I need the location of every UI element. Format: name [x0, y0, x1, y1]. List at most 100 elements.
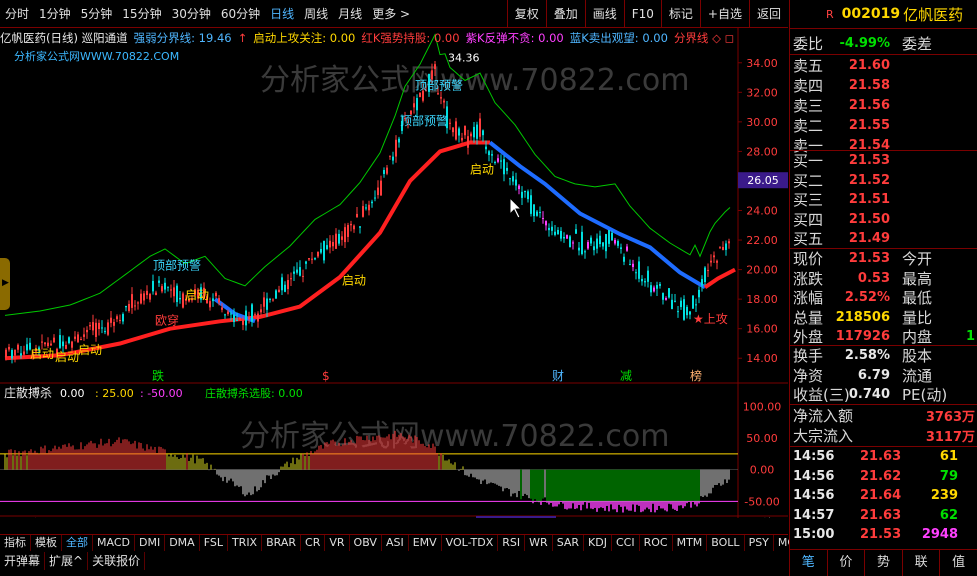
indicator-tab[interactable]: BOLL	[707, 535, 745, 551]
toolbar-button[interactable]: +自选	[699, 0, 749, 28]
indicator-tab[interactable]: PSY	[745, 535, 774, 551]
toolbar-button[interactable]: 标记	[660, 0, 700, 28]
period-tab[interactable]: 分时	[0, 0, 34, 28]
indicator-tab[interactable]: WR	[525, 535, 553, 551]
stock-code[interactable]: 002019	[842, 6, 900, 22]
candle-body	[641, 278, 643, 282]
candle-body	[176, 285, 178, 303]
candle-body	[605, 234, 607, 252]
period-tab[interactable]: 更多 >	[367, 0, 415, 28]
price-label: 30.00	[746, 116, 778, 129]
indicator-tab[interactable]: SAR	[553, 535, 585, 551]
period-tab[interactable]: 周线	[299, 0, 333, 28]
period-tab[interactable]: 1分钟	[34, 0, 76, 28]
fundamental-value: 2.58%	[844, 348, 890, 363]
period-tab[interactable]: 月线	[333, 0, 367, 28]
indicator-tab[interactable]: 指标	[0, 535, 31, 551]
candle-body	[461, 137, 463, 141]
candle-body	[221, 307, 223, 310]
quote-tab[interactable]: 值	[940, 550, 977, 576]
indicator-tab[interactable]: 模板	[31, 535, 62, 551]
indicator-tab[interactable]: VOL-TDX	[442, 535, 499, 551]
candle-body	[434, 64, 436, 70]
start-label: 启动	[470, 163, 494, 177]
candle-body	[674, 300, 676, 302]
period-tab[interactable]: 5分钟	[76, 0, 118, 28]
candle-body	[41, 341, 43, 343]
period-tab[interactable]: 日线	[265, 0, 299, 28]
quote-tab[interactable]: 价	[828, 550, 866, 576]
indicator-tab[interactable]: ASI	[382, 535, 409, 551]
candle-body	[89, 325, 91, 327]
indicator-tab[interactable]: DMI	[135, 535, 166, 551]
indicator-tab[interactable]: DMA	[165, 535, 200, 551]
fundamental-row: 换手 2.58% 股本	[790, 346, 977, 365]
bid-row[interactable]: 买三 21.51	[790, 190, 977, 209]
bid-row[interactable]: 买二 21.52	[790, 171, 977, 190]
indicator-tab[interactable]: CCI	[612, 535, 640, 551]
candle-body	[122, 314, 124, 322]
indicator-tab[interactable]: MTM	[673, 535, 708, 551]
date-label: 2	[700, 517, 707, 518]
toolbar-button[interactable]: 返回	[748, 0, 788, 28]
indicator-tab[interactable]: VR	[325, 535, 350, 551]
side-collapse-handle[interactable]: ▶	[0, 258, 10, 310]
indicator-tab[interactable]: ROC	[640, 535, 673, 551]
indicator-tab[interactable]: OBV	[350, 535, 382, 551]
indicator-tab[interactable]: KDJ	[584, 535, 612, 551]
indicator-tab[interactable]: 全部	[62, 535, 93, 551]
price-label: 24.00	[746, 205, 778, 218]
candle-body	[344, 227, 346, 243]
tick-volume: 61	[939, 449, 958, 464]
period-tab[interactable]: 30分钟	[167, 0, 216, 28]
quote-tab[interactable]: 联	[903, 550, 941, 576]
candle-body	[50, 343, 52, 346]
candle-body	[167, 286, 169, 288]
date-label: 3	[154, 517, 161, 518]
extension-tab[interactable]: 开弹幕	[0, 551, 46, 570]
toolbar-button[interactable]: 复权	[506, 0, 546, 28]
ask-row[interactable]: 卖四 21.58	[790, 76, 977, 95]
candle-body	[701, 279, 703, 286]
bid-row[interactable]: 买四 21.50	[790, 210, 977, 229]
extension-tab[interactable]: 关联报价	[88, 551, 146, 570]
candle-body	[347, 224, 349, 237]
indicator-tab[interactable]: RSI	[498, 535, 526, 551]
indicator-tab[interactable]: CR	[301, 535, 326, 551]
indicator-tab[interactable]: BRAR	[262, 535, 302, 551]
indicator-tab[interactable]: EMV	[409, 535, 442, 551]
period-tab[interactable]: 15分钟	[117, 0, 166, 28]
stock-name[interactable]: 亿帆医药	[903, 4, 963, 25]
indicator-value: 红K强势持股: 0.00	[361, 31, 460, 45]
candle-body	[59, 335, 61, 348]
extension-tab[interactable]: 扩展^	[45, 551, 89, 570]
ask-row[interactable]: 卖二 21.55	[790, 116, 977, 135]
ask-row[interactable]: 卖五 21.60	[790, 56, 977, 75]
quote-tab[interactable]: 笔	[790, 550, 828, 576]
stat-row: 总量 218506 量比	[790, 308, 977, 327]
tick-row: 14:57 21.63 62	[790, 508, 977, 527]
date-label: 12	[68, 517, 82, 518]
indicator-tab[interactable]: MACD	[93, 535, 135, 551]
tick-price: 21.64	[860, 488, 902, 503]
indicator-tabs: 指标 模板 全部 MACD DMI DMA FSL TRIX BRAR CR VR OBV ASI EMV…	[0, 524, 829, 563]
candle-body	[74, 336, 76, 339]
candle-body	[569, 236, 571, 248]
toolbar-button[interactable]: 叠加	[545, 0, 585, 28]
toolbar-button[interactable]: F10	[623, 0, 661, 28]
bid-row[interactable]: 买一 21.53	[790, 151, 977, 170]
toolbar-button[interactable]: 画线	[584, 0, 624, 28]
indicator-tab[interactable]: TRIX	[228, 535, 263, 551]
kline-chart[interactable]: 34.0032.0030.0028.0026.0024.0022.0020.00…	[0, 28, 788, 518]
quote-tab[interactable]: 势	[865, 550, 903, 576]
ask-row[interactable]: 卖三 21.56	[790, 96, 977, 115]
period-tab[interactable]: 60分钟	[216, 0, 265, 28]
indicator-tab[interactable]: FSL	[200, 535, 228, 551]
candle-body	[311, 258, 313, 260]
indicator-value: 紫K反弹不贪: 0.00	[465, 31, 564, 45]
tick-time: 14:56	[793, 449, 835, 464]
candle-body	[677, 311, 679, 313]
start-label: 启动	[185, 288, 209, 302]
bid-row[interactable]: 买五 21.49	[790, 229, 977, 248]
candle-body	[140, 293, 142, 304]
